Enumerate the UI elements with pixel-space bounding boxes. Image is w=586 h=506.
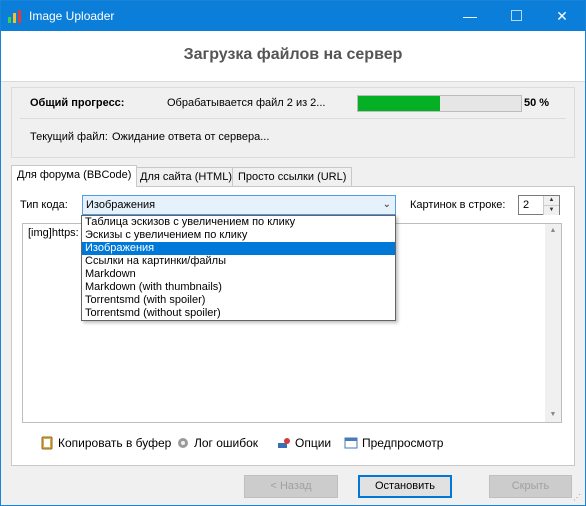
- back-button[interactable]: < Назад: [244, 475, 338, 498]
- images-per-row-stepper[interactable]: 2 ▲ ▼: [518, 195, 560, 215]
- current-file-value: Ожидание ответа от сервера...: [112, 131, 270, 143]
- progress-label: Общий прогресс:: [30, 97, 125, 109]
- scroll-up-icon[interactable]: ▲: [545, 224, 561, 238]
- window-title: Image Uploader: [29, 9, 115, 23]
- wizard-header: Загрузка файлов на сервер: [1, 31, 585, 82]
- progress-status: Обрабатывается файл 2 из 2...: [167, 97, 326, 109]
- maximize-icon: [510, 10, 522, 21]
- dropdown-option[interactable]: Torrentsmd (without spoiler): [82, 307, 395, 320]
- app-icon: [8, 10, 21, 23]
- stop-button[interactable]: Остановить: [358, 475, 452, 498]
- progress-percent: 50 %: [524, 97, 550, 109]
- resize-grip-icon[interactable]: ⋰: [573, 493, 583, 503]
- error-log-label: Лог ошибок: [194, 436, 259, 450]
- maximize-button[interactable]: [493, 1, 539, 31]
- close-button[interactable]: ✕: [539, 1, 585, 31]
- options-label: Опции: [295, 436, 332, 450]
- spin-down-icon[interactable]: ▼: [543, 205, 559, 215]
- title-bar[interactable]: Image Uploader — ✕: [1, 1, 585, 31]
- code-type-dropdown-list[interactable]: Таблица эскизов с увеличением по клику Эс…: [81, 215, 396, 321]
- chevron-down-icon: ⌄: [382, 199, 391, 210]
- clipboard-icon: [41, 436, 53, 450]
- spin-up-icon[interactable]: ▲: [543, 196, 559, 205]
- dropdown-option[interactable]: Эскизы с увеличением по клику: [82, 229, 395, 242]
- current-file-label: Текущий файл:: [30, 131, 108, 143]
- preview-icon: [344, 437, 358, 449]
- images-per-row-label: Картинок в строке:: [410, 199, 506, 211]
- dropdown-option[interactable]: Torrentsmd (with spoiler): [82, 294, 395, 307]
- copy-label: Копировать в буфер: [58, 436, 172, 450]
- progress-bar: [357, 95, 522, 112]
- preview-label: Предпросмотр: [362, 436, 444, 450]
- gear-icon: [178, 438, 188, 448]
- code-type-label: Тип кода:: [20, 199, 68, 211]
- scroll-down-icon[interactable]: ▼: [545, 408, 561, 422]
- dropdown-option[interactable]: Таблица эскизов с увеличением по клику: [82, 216, 395, 229]
- page-title: Загрузка файлов на сервер: [183, 46, 403, 63]
- dropdown-option[interactable]: Ссылки на картинки/файлы: [82, 255, 395, 268]
- hide-button[interactable]: Скрыть: [489, 475, 572, 498]
- dropdown-option[interactable]: Изображения: [82, 242, 395, 255]
- progress-fill: [358, 96, 440, 111]
- code-type-select[interactable]: Изображения ⌄: [82, 195, 396, 215]
- images-per-row-value: 2: [523, 199, 530, 211]
- tab-bbcode[interactable]: Для форума (BBCode): [11, 165, 138, 187]
- divider: [20, 118, 566, 119]
- app-window: Image Uploader — ✕ Загрузка файлов на се…: [0, 0, 586, 506]
- vertical-scrollbar[interactable]: ▲ ▼: [545, 224, 561, 422]
- dropdown-option[interactable]: Markdown (with thumbnails): [82, 281, 395, 294]
- dropdown-option[interactable]: Markdown: [82, 268, 395, 281]
- minimize-button[interactable]: —: [447, 1, 493, 31]
- tab-html[interactable]: Для сайта (HTML): [134, 167, 239, 186]
- tab-url[interactable]: Просто ссылки (URL): [232, 167, 353, 186]
- progress-panel: Общий прогресс: Обрабатывается файл 2 из…: [11, 87, 575, 158]
- options-icon: [278, 438, 290, 448]
- output-text: [img]https:: [28, 227, 79, 239]
- code-type-value: Изображения: [86, 199, 156, 211]
